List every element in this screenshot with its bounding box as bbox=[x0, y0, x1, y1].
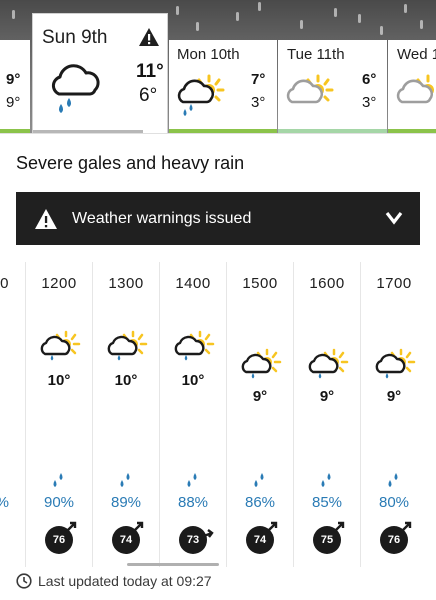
hour-column[interactable]: 1300 10° 89% 74 bbox=[92, 262, 159, 567]
hour-temp: 9° bbox=[252, 388, 268, 405]
day-tab-mon-10th[interactable]: Mon 10th 7° 3° bbox=[169, 40, 277, 133]
day-low-temp: 3° bbox=[362, 94, 377, 111]
hour-temp: 10° bbox=[47, 372, 71, 389]
sun-cloud-rain-icon bbox=[241, 348, 282, 379]
day-tab-previous[interactable]: 9° 9° bbox=[0, 40, 30, 133]
raindrops-icon bbox=[120, 473, 130, 487]
forecast-summary: Severe gales and heavy rain bbox=[16, 153, 245, 173]
wind-direction-icon bbox=[266, 521, 278, 533]
day-low-temp: 3° bbox=[251, 94, 266, 111]
hourly-forecast[interactable]: 0 % 1200 10° 90% 76 1300 10° 89% 74 bbox=[0, 262, 436, 567]
rain-chance: 86% bbox=[244, 494, 276, 511]
sun-cloud-icon bbox=[286, 74, 334, 104]
warning-icon bbox=[139, 28, 159, 46]
hour-temp: 9° bbox=[386, 388, 402, 405]
hour-column[interactable]: 1400 10° 88% 73 bbox=[159, 262, 226, 567]
sun-cloud-icon bbox=[396, 74, 434, 104]
day-high-temp: 11° bbox=[136, 61, 164, 82]
hourly-scrollbar[interactable] bbox=[127, 563, 219, 566]
divider bbox=[0, 133, 436, 134]
rain-chance: 80% bbox=[378, 494, 410, 511]
hour-time: 1200 bbox=[41, 275, 77, 292]
day-name: Tue 11th bbox=[287, 46, 345, 63]
hour-temp: 9° bbox=[319, 388, 335, 405]
hour-time: 1400 bbox=[175, 275, 211, 292]
sun-cloud-rain-icon bbox=[174, 330, 215, 361]
sun-cloud-rain-icon bbox=[375, 348, 416, 379]
wind-direction-icon bbox=[65, 521, 77, 533]
wind-direction-icon bbox=[200, 529, 214, 539]
raindrop bbox=[258, 2, 261, 11]
hour-column[interactable]: 1500 9° 86% 74 bbox=[226, 262, 293, 567]
warning-icon bbox=[35, 208, 57, 229]
rain-chance: % bbox=[0, 494, 12, 511]
weather-warnings-banner[interactable]: Weather warnings issued bbox=[16, 192, 420, 245]
day-low-temp: 9° bbox=[6, 94, 21, 111]
hour-column[interactable]: 1200 10° 90% 76 bbox=[25, 262, 92, 567]
hour-temp: 10° bbox=[181, 372, 205, 389]
hour-time: 1700 bbox=[376, 275, 412, 292]
hour-time: 1600 bbox=[309, 275, 345, 292]
hour-time: 1500 bbox=[242, 275, 278, 292]
rain-chance: 88% bbox=[177, 494, 209, 511]
raindrop bbox=[420, 20, 423, 29]
raindrops-icon bbox=[187, 473, 197, 487]
day-tab-tue-11th[interactable]: Tue 11th 6° 3° bbox=[278, 40, 387, 133]
last-updated: Last updated today at 09:27 bbox=[16, 573, 212, 589]
sun-cloud-rain-icon bbox=[40, 330, 81, 361]
day-high-temp: 6° bbox=[362, 71, 377, 88]
raindrops-icon bbox=[388, 473, 398, 487]
rain-cloud-icon bbox=[51, 64, 100, 113]
rain-chance: 89% bbox=[110, 494, 142, 511]
raindrop bbox=[300, 20, 303, 29]
day-low-temp: 6° bbox=[139, 85, 158, 106]
wind-direction-icon bbox=[132, 521, 144, 533]
hour-temp: 10° bbox=[114, 372, 138, 389]
sun-cloud-rain-icon bbox=[177, 74, 225, 116]
rain-chance: 90% bbox=[43, 494, 75, 511]
day-tabs: 9° 9° Sun 9th 11° 6° Mon 10th 7° 3° Tue … bbox=[0, 13, 436, 133]
chevron-down-icon[interactable] bbox=[384, 208, 404, 228]
hour-time: 0 bbox=[0, 275, 9, 292]
raindrop bbox=[12, 10, 15, 19]
sun-cloud-rain-icon bbox=[308, 348, 349, 379]
raindrops-icon bbox=[321, 473, 331, 487]
day-name: Wed 1 bbox=[397, 46, 436, 63]
day-high-temp: 9° bbox=[6, 71, 21, 88]
clock-icon bbox=[16, 573, 32, 589]
day-tab-wed[interactable]: Wed 1 bbox=[388, 40, 436, 133]
raindrops-icon bbox=[53, 473, 63, 487]
day-tab-sun-9th[interactable]: Sun 9th 11° 6° bbox=[32, 13, 168, 133]
sun-cloud-rain-icon bbox=[107, 330, 148, 361]
raindrop bbox=[176, 6, 179, 15]
wind-direction-icon bbox=[400, 521, 412, 533]
wind-direction-icon bbox=[333, 521, 345, 533]
raindrop bbox=[358, 14, 361, 23]
raindrops-icon bbox=[254, 473, 264, 487]
warning-banner-label: Weather warnings issued bbox=[72, 209, 252, 227]
hour-column-partial[interactable]: 0 % bbox=[0, 262, 13, 567]
hour-time: 1300 bbox=[108, 275, 144, 292]
rain-chance: 85% bbox=[311, 494, 343, 511]
raindrop bbox=[380, 26, 383, 35]
raindrop bbox=[196, 22, 199, 31]
raindrop bbox=[334, 8, 337, 17]
day-high-temp: 7° bbox=[251, 71, 266, 88]
hour-column[interactable]: 1700 9° 80% 76 bbox=[360, 262, 427, 567]
hour-column[interactable]: 1600 9° 85% 75 bbox=[293, 262, 360, 567]
day-name: Mon 10th bbox=[177, 46, 240, 63]
raindrop bbox=[404, 4, 407, 13]
raindrop bbox=[236, 12, 239, 21]
day-name: Sun 9th bbox=[42, 27, 108, 48]
last-updated-text: Last updated today at 09:27 bbox=[38, 573, 212, 589]
